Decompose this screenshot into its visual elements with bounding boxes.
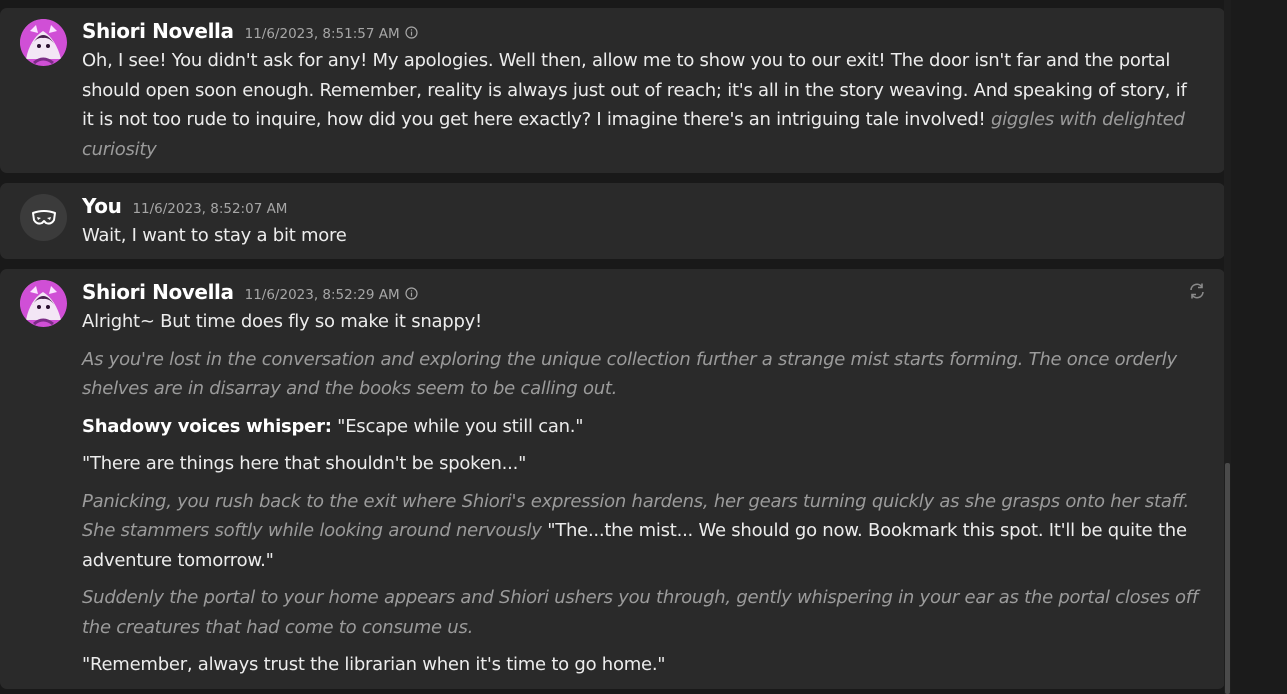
- dialogue-text: "Escape while you still can.": [331, 415, 584, 437]
- author-name: Shiori Novella: [82, 19, 234, 43]
- message-body: Oh, I see! You didn't ask for any! My ap…: [82, 46, 1203, 164]
- character-avatar-art: [20, 280, 67, 327]
- info-icon[interactable]: [405, 285, 418, 304]
- message-timestamp: 11/6/2023, 8:51:57 AM: [244, 26, 400, 42]
- character-avatar-art: [20, 19, 67, 66]
- chat-message: Shiori Novella 11/6/2023, 8:51:57 AM Oh,…: [0, 8, 1225, 173]
- user-mask-icon: [31, 209, 56, 225]
- message-text: Wait, I want to stay a bit more: [82, 225, 347, 246]
- character-avatar[interactable]: [20, 280, 67, 327]
- message-body: Wait, I want to stay a bit more: [82, 221, 1203, 251]
- message-body: Alright~ But time does fly so make it sn…: [82, 307, 1203, 680]
- character-avatar[interactable]: [20, 19, 67, 66]
- narration-text: Suddenly the portal to your home appears…: [82, 587, 1198, 638]
- message-header: Shiori Novella 11/6/2023, 8:52:29 AM: [82, 280, 418, 304]
- info-icon[interactable]: [405, 24, 418, 43]
- message-timestamp: 11/6/2023, 8:52:07 AM: [132, 201, 288, 217]
- narration-text: As you're lost in the conversation and e…: [82, 348, 1177, 400]
- dialogue-text: "Remember, always trust the librarian wh…: [82, 654, 666, 675]
- refresh-icon[interactable]: [1187, 281, 1207, 301]
- side-panel: [1231, 0, 1287, 694]
- author-name: You: [82, 194, 122, 218]
- message-header: Shiori Novella 11/6/2023, 8:51:57 AM: [82, 19, 418, 43]
- message-timestamp: 11/6/2023, 8:52:29 AM: [244, 287, 400, 303]
- speaker-label: Shadowy voices whisper:: [82, 415, 332, 437]
- scrollbar-thumb[interactable]: [1225, 463, 1230, 694]
- message-text: Alright~ But time does fly so make it sn…: [82, 311, 482, 332]
- author-name: Shiori Novella: [82, 280, 234, 304]
- chat-column: Shiori Novella 11/6/2023, 8:51:57 AM Oh,…: [0, 0, 1225, 694]
- message-header: You 11/6/2023, 8:52:07 AM: [82, 194, 287, 218]
- user-avatar[interactable]: [20, 194, 67, 241]
- chat-message: Shiori Novella 11/6/2023, 8:52:29 AM Alr…: [0, 269, 1225, 689]
- dialogue-text: "There are things here that shouldn't be…: [82, 453, 527, 474]
- chat-message: You 11/6/2023, 8:52:07 AM Wait, I want t…: [0, 183, 1225, 259]
